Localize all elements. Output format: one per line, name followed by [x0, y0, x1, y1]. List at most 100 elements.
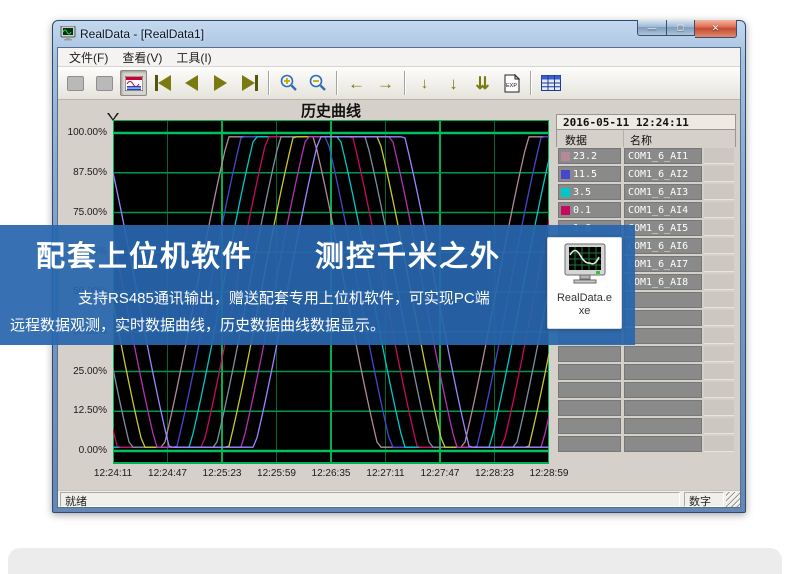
- y-axis-label: 0.00%: [61, 445, 107, 456]
- value-cell: 3.5: [558, 184, 621, 200]
- table-row[interactable]: 23.2COM1_6_AI1: [556, 148, 736, 164]
- blank-button-2[interactable]: [91, 70, 118, 96]
- num-indicator: 数字: [684, 492, 724, 507]
- minimize-button[interactable]: —: [637, 20, 667, 36]
- table-row[interactable]: 0.1COM1_6_AI4: [556, 202, 736, 218]
- promo-heading: 配套上位机软件 测控千米之外: [36, 233, 501, 275]
- panel-column-headers: 数据 名称: [556, 130, 736, 147]
- x-axis-label: 12:27:47: [409, 468, 471, 479]
- realdata-app-icon: [562, 243, 608, 287]
- empty-cell: [704, 382, 734, 398]
- y-axis-label: 12.50%: [61, 405, 107, 416]
- first-button[interactable]: [149, 70, 176, 96]
- table-row[interactable]: [556, 436, 736, 452]
- next-icon: [214, 75, 227, 91]
- empty-cell: [704, 202, 734, 218]
- previous-button[interactable]: [178, 70, 205, 96]
- empty-cell: [704, 400, 734, 416]
- table-row[interactable]: [556, 400, 736, 416]
- arrow-right-icon: →: [377, 75, 394, 92]
- zoom-out-button[interactable]: [304, 70, 331, 96]
- down-double-button[interactable]: ⇊: [469, 70, 496, 96]
- pan-right-button[interactable]: →: [372, 70, 399, 96]
- menu-bar: 文件(F)查看(V)工具(I): [58, 48, 740, 67]
- next-button[interactable]: [207, 70, 234, 96]
- toolbar-separator: [268, 71, 270, 95]
- menu-item-2[interactable]: 工具(I): [169, 48, 218, 67]
- restore-button[interactable]: ◻: [667, 20, 695, 36]
- status-message: 就绪: [60, 492, 680, 507]
- pan-left-button[interactable]: ←: [343, 70, 370, 96]
- table-row[interactable]: [556, 364, 736, 380]
- down-double-icon: ⇊: [475, 75, 489, 92]
- toolbar-separator: [404, 71, 406, 95]
- empty-cell: [704, 328, 734, 344]
- last-button[interactable]: [236, 70, 263, 96]
- series-color-swatch-icon: [561, 152, 570, 161]
- channel-name-cell: COM1_6_AI5: [624, 220, 702, 236]
- curve-view-button[interactable]: [120, 70, 147, 96]
- column-header-data: 数据: [557, 130, 623, 147]
- channel-name-cell: COM1_6_AI3: [624, 184, 702, 200]
- x-axis-label: 12:28:59: [518, 468, 580, 479]
- channel-name-cell: COM1_6_AI8: [624, 274, 702, 290]
- export-icon: EXP: [504, 74, 520, 93]
- down-thin-button[interactable]: ↓: [411, 70, 438, 96]
- x-axis-label: 12:25:23: [191, 468, 253, 479]
- export-button[interactable]: EXP: [498, 70, 525, 96]
- last-icon: [242, 75, 255, 91]
- previous-icon: [185, 75, 198, 91]
- empty-cell: [704, 148, 734, 164]
- channel-name-cell: [624, 310, 702, 326]
- status-bar: 就绪 数字: [58, 490, 740, 507]
- title-bar[interactable]: RealData - [RealData1] — ◻ ✕: [53, 21, 745, 47]
- down-thin-icon: ↓: [421, 76, 429, 91]
- exe-filename-line2: xe: [548, 305, 621, 318]
- close-button[interactable]: ✕: [695, 20, 737, 38]
- table-row[interactable]: [556, 382, 736, 398]
- resize-grip-icon[interactable]: [726, 492, 740, 507]
- value-cell: [558, 418, 621, 434]
- channel-name-cell: COM1_6_AI1: [624, 148, 702, 164]
- table-view-button[interactable]: [537, 70, 564, 96]
- curve-view-icon: [125, 76, 143, 91]
- y-axis-label: 100.00%: [61, 127, 107, 138]
- empty-cell: [704, 184, 734, 200]
- arrow-left-icon: ←: [348, 75, 365, 92]
- series-color-swatch-icon: [561, 206, 570, 215]
- menu-item-0[interactable]: 文件(F): [62, 48, 115, 67]
- channel-name-cell: [624, 346, 702, 362]
- blank-button-1[interactable]: [62, 70, 89, 96]
- empty-cell: [704, 238, 734, 254]
- svg-text:EXP: EXP: [506, 83, 517, 89]
- empty-cell: [704, 274, 734, 290]
- x-axis-label: 12:28:23: [464, 468, 526, 479]
- menu-item-1[interactable]: 查看(V): [115, 48, 169, 67]
- empty-cell: [704, 292, 734, 308]
- promo-text-line2: 远程数据观测，实时数据曲线，历史数据曲线数据显示。: [10, 314, 385, 335]
- table-row[interactable]: [556, 418, 736, 434]
- table-row[interactable]: [556, 346, 736, 362]
- empty-cell: [704, 310, 734, 326]
- zoom-in-button[interactable]: [275, 70, 302, 96]
- table-row[interactable]: 3.5COM1_6_AI3: [556, 184, 736, 200]
- channel-name-cell: COM1_6_AI6: [624, 238, 702, 254]
- channel-name-cell: [624, 328, 702, 344]
- channel-name-cell: [624, 418, 702, 434]
- value-cell: 11.5: [558, 166, 621, 182]
- x-axis-label: 12:24:11: [82, 468, 144, 479]
- down-button[interactable]: ↓: [440, 70, 467, 96]
- down-icon: ↓: [449, 75, 458, 92]
- blank-icon: [67, 76, 84, 91]
- promo-banner: 配套上位机软件 测控千米之外 支持RS485通讯输出，赠送配套专用上位机软件，可…: [0, 225, 635, 345]
- blank-icon: [96, 76, 113, 91]
- exe-filename-line1: RealData.e: [548, 292, 621, 305]
- chart-title: 历史曲线: [113, 100, 549, 118]
- exe-icon-card[interactable]: RealData.e xe: [547, 237, 622, 329]
- table-row[interactable]: 11.5COM1_6_AI2: [556, 166, 736, 182]
- channel-name-cell: COM1_6_AI4: [624, 202, 702, 218]
- zoom-in-icon: [279, 73, 299, 93]
- value-cell: [558, 364, 621, 380]
- series-color-swatch-icon: [561, 188, 570, 197]
- x-axis-label: 12:26:35: [300, 468, 362, 479]
